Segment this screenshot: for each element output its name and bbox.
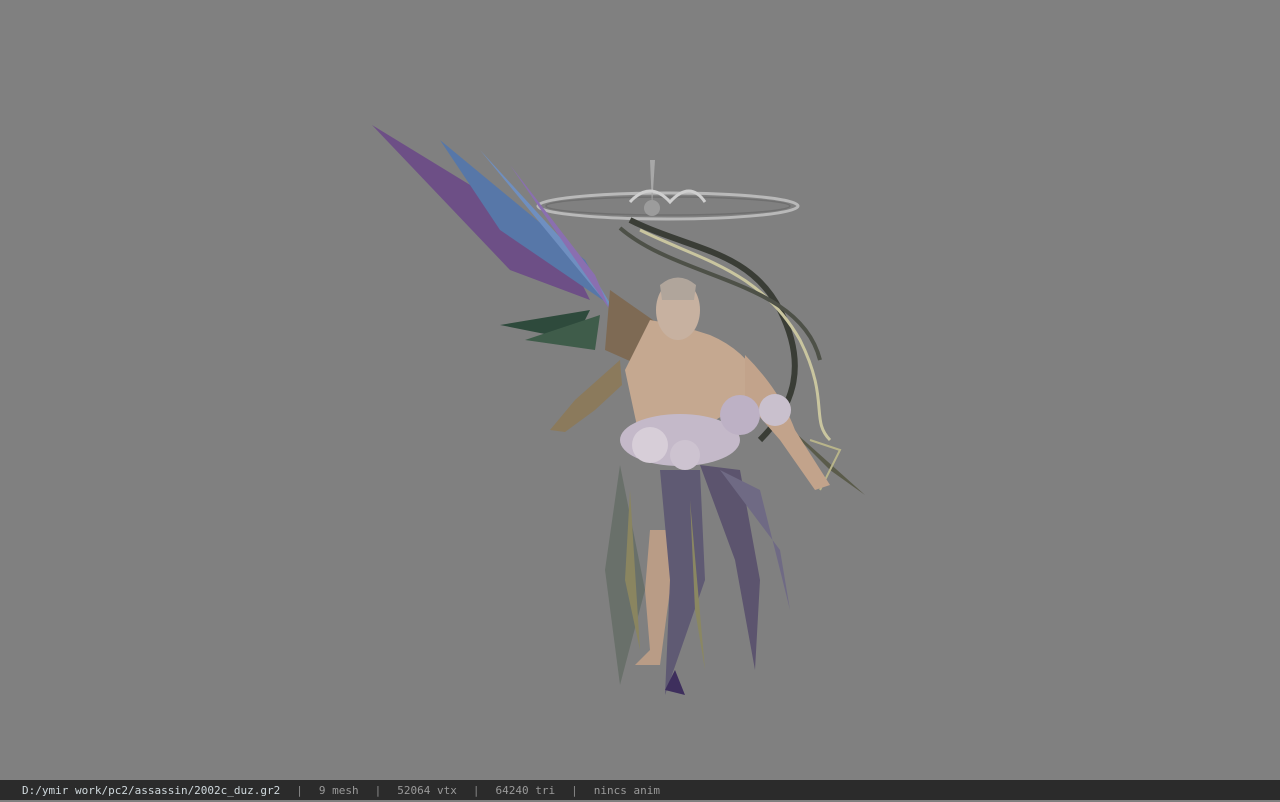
vertex-count: 52064 vtx bbox=[397, 784, 457, 797]
wing bbox=[372, 125, 660, 370]
mesh-count: 9 mesh bbox=[318, 784, 359, 797]
animation-status: nincs anim bbox=[593, 784, 660, 797]
status-separator: | bbox=[374, 784, 382, 797]
status-bar: D:/ymir work/pc2/assassin/2002c_duz.gr2 |… bbox=[0, 780, 1280, 800]
triangle-count: 64240 tri bbox=[495, 784, 556, 797]
file-path: D:/ymir work/pc2/assassin/2002c_duz.gr2 bbox=[22, 784, 281, 797]
halo-ornament bbox=[536, 160, 800, 221]
character-model[interactable] bbox=[360, 110, 900, 710]
status-separator: | bbox=[296, 784, 303, 797]
status-separator: | bbox=[571, 784, 578, 797]
feather-skirt bbox=[605, 465, 790, 695]
3d-viewport[interactable] bbox=[0, 0, 1280, 780]
status-separator: | bbox=[472, 784, 480, 797]
